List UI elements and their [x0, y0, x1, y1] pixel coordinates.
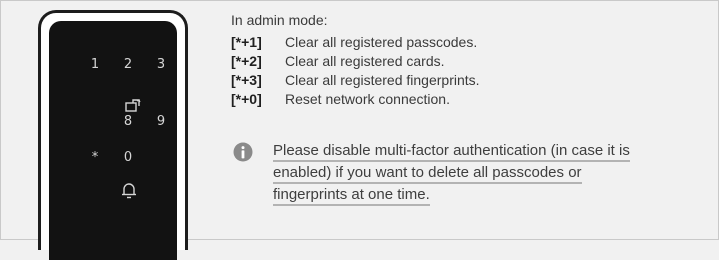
- key-8: 8: [123, 114, 133, 129]
- instruction-row: [*+1] Clear all registered passcodes.: [231, 33, 711, 52]
- instruction-text: Clear all registered passcodes.: [285, 34, 478, 50]
- instruction-row: [*+2] Clear all registered cards.: [231, 52, 711, 71]
- note-line-text: Please disable multi-factor authenticati…: [273, 140, 630, 162]
- note-text: Please disable multi-factor authenticati…: [273, 140, 713, 206]
- key-0: 0: [123, 150, 133, 165]
- note-line-text: enabled) if you want to delete all passc…: [273, 162, 582, 184]
- key-asterisk: *: [91, 150, 99, 165]
- instruction-text: Clear all registered fingerprints.: [285, 72, 480, 88]
- note-line: fingerprints at one time.: [273, 184, 713, 206]
- note-line-text: fingerprints at one time.: [273, 184, 430, 206]
- instruction-text: Clear all registered cards.: [285, 53, 445, 69]
- keypad-face: 1 2 3 8 9 * 0: [49, 21, 177, 260]
- instruction-code: [*+3]: [231, 72, 262, 88]
- intro-text: In admin mode:: [231, 12, 328, 28]
- door-icon: [125, 99, 141, 112]
- instruction-row: [*+0] Reset network connection.: [231, 90, 711, 109]
- bell-icon: [122, 183, 136, 199]
- instruction-code: [*+1]: [231, 34, 262, 50]
- note-line: Please disable multi-factor authenticati…: [273, 140, 713, 162]
- key-3: 3: [156, 57, 166, 72]
- note-line: enabled) if you want to delete all passc…: [273, 162, 713, 184]
- instruction-text: Reset network connection.: [285, 91, 450, 107]
- admin-instructions: In admin mode: [*+1] Clear all registere…: [231, 11, 711, 109]
- key-9: 9: [156, 114, 166, 129]
- instruction-panel: 1 2 3 8 9 * 0 In admin mode: [*+1] Clear…: [0, 0, 719, 260]
- smart-lock-illustration: 1 2 3 8 9 * 0: [38, 10, 188, 260]
- info-icon: [233, 142, 253, 162]
- key-1: 1: [90, 57, 100, 72]
- instruction-code: [*+0]: [231, 91, 262, 107]
- instruction-code: [*+2]: [231, 53, 262, 69]
- key-2: 2: [123, 57, 133, 72]
- instruction-row: [*+3] Clear all registered fingerprints.: [231, 71, 711, 90]
